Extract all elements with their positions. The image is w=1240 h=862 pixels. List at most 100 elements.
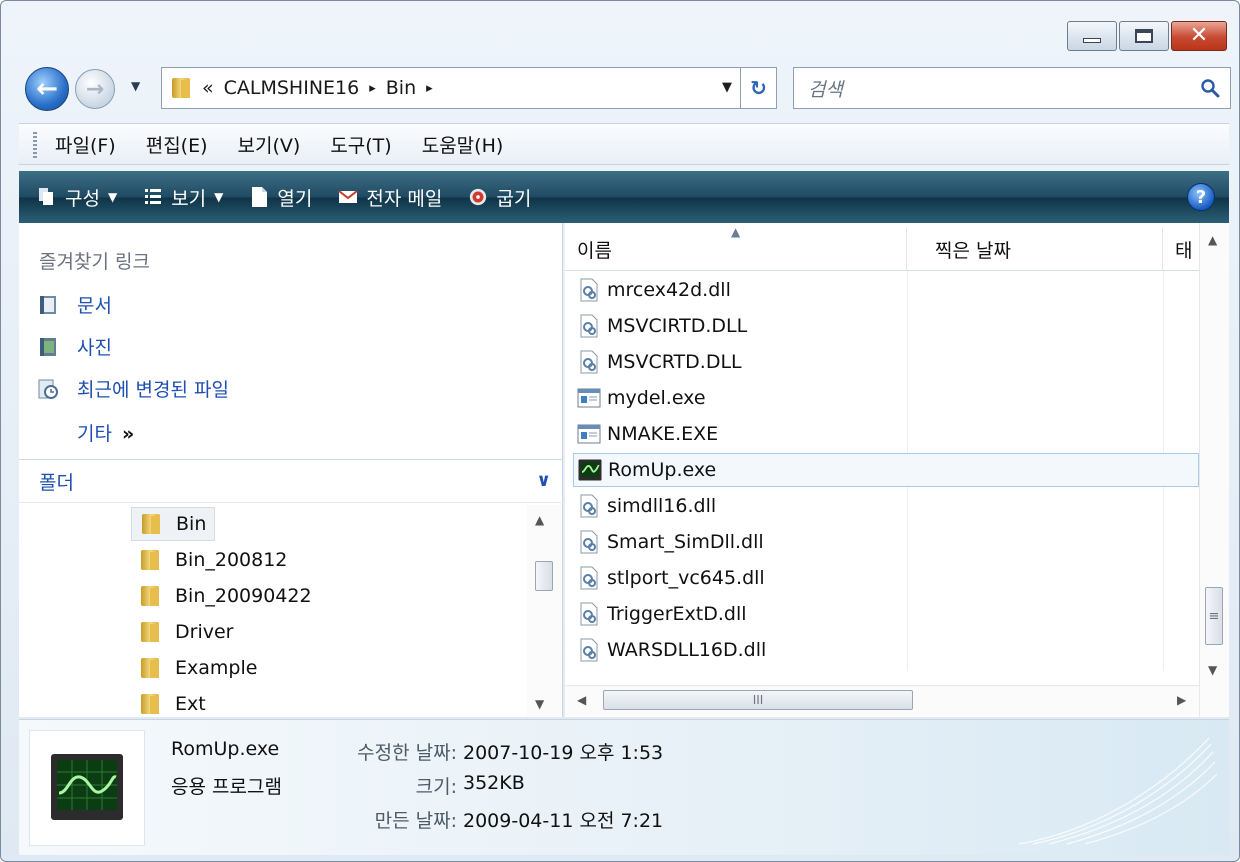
file-name: mydel.exe [607, 387, 706, 409]
file-row[interactable]: MSVCRTD.DLL [577, 345, 742, 379]
favorite-recently-changed-label: 최근에 변경된 파일 [77, 379, 229, 401]
file-list-horizontal-scrollbar[interactable]: ◀ III ▶ [565, 685, 1199, 715]
open-button[interactable]: 열기 [249, 184, 312, 211]
scrollbar-thumb[interactable]: III [603, 690, 913, 710]
scrollbar-thumb[interactable]: ≡ [1205, 587, 1223, 645]
file-row[interactable]: Smart_SimDll.dll [577, 525, 764, 559]
column-name[interactable]: 이름 [565, 227, 907, 271]
file-name: NMAKE.EXE [607, 423, 719, 445]
search-input[interactable]: 검색 [808, 75, 843, 102]
back-arrow-icon: ← [36, 74, 58, 104]
address-bar[interactable]: « CALMSHINE16 ▸ Bin ▸ ▼ [161, 67, 741, 109]
favorite-pictures[interactable]: 사진 [37, 333, 112, 360]
menu-bar: 파일(F) 편집(E) 보기(V) 도구(T) 도움말(H) [19, 123, 1229, 165]
file-list-vertical-scrollbar[interactable]: ▲ ≡ ▼ [1199, 223, 1229, 717]
tree-item-bin[interactable]: Bin [131, 507, 216, 541]
favorite-links-heading: 즐겨찾기 링크 [39, 251, 150, 273]
folder-tree-scrollbar[interactable]: ▲ ▼ [527, 505, 561, 717]
file-row[interactable]: TriggerExtD.dll [577, 597, 747, 631]
scroll-left-icon[interactable]: ◀ [577, 693, 586, 707]
menu-edit[interactable]: 편집(E) [146, 131, 208, 158]
scroll-down-icon[interactable]: ▼ [1208, 663, 1217, 677]
folder-icon [139, 584, 161, 608]
close-button[interactable]: ✕ [1171, 21, 1227, 51]
organize-button[interactable]: 구성 ▼ [37, 184, 117, 211]
search-icon[interactable] [1200, 78, 1220, 98]
menu-view[interactable]: 보기(V) [238, 131, 301, 158]
forward-button[interactable]: → [75, 69, 115, 109]
favorite-recently-changed[interactable]: 최근에 변경된 파일 [37, 375, 229, 402]
scroll-up-icon[interactable]: ▲ [535, 513, 544, 527]
created-value: 2009-04-11 오전 7:21 [463, 810, 664, 832]
folder-tree: Bin Bin_200812 Bin_20090422 Driver Examp… [19, 505, 525, 717]
email-button[interactable]: 전자 메일 [338, 184, 442, 211]
tree-item-ext[interactable]: Ext [131, 687, 214, 717]
column-date-taken[interactable]: 찍은 날짜 [907, 227, 1163, 271]
help-icon: ? [1195, 186, 1207, 208]
help-button[interactable]: ? [1187, 183, 1215, 211]
file-name: RomUp.exe [608, 459, 717, 481]
file-row[interactable]: mydel.exe [577, 381, 706, 415]
file-row[interactable]: MSVCIRTD.DLL [577, 309, 747, 343]
file-row[interactable]: WARSDLL16D.dll [577, 633, 766, 667]
file-row[interactable]: stlport_vc645.dll [577, 561, 765, 595]
column-tags[interactable]: 태 [1163, 227, 1199, 271]
burn-button[interactable]: 굽기 [468, 184, 531, 211]
folders-header[interactable]: 폴더 ∨ [19, 459, 563, 503]
folder-icon [139, 620, 161, 644]
address-dropdown-icon[interactable]: ▼ [722, 80, 732, 95]
more-label: 기타 [77, 423, 112, 445]
menu-file[interactable]: 파일(F) [55, 131, 116, 158]
breadcrumb-separator-icon[interactable]: ▸ [426, 81, 433, 96]
recent-pages-dropdown[interactable]: ▼ [131, 79, 140, 93]
scrollbar-thumb[interactable] [535, 561, 553, 591]
folder-icon [170, 76, 192, 100]
dll-file-icon [580, 530, 598, 554]
refresh-icon: ↻ [750, 76, 767, 100]
file-row[interactable]: NMAKE.EXE [577, 417, 718, 451]
menu-help[interactable]: 도움말(H) [422, 131, 504, 158]
breadcrumb-bin[interactable]: Bin [386, 77, 416, 99]
file-row[interactable]: mrcex42d.dll [577, 273, 731, 307]
breadcrumb-overflow[interactable]: « [202, 77, 214, 99]
modified-value: 2007-10-19 오후 1:53 [463, 742, 664, 764]
column-date-taken-label: 찍은 날짜 [935, 239, 1011, 262]
file-thumbnail [29, 730, 145, 846]
maximize-icon [1135, 29, 1153, 43]
favorite-documents[interactable]: 문서 [37, 291, 112, 318]
email-label: 전자 메일 [366, 187, 443, 210]
file-row[interactable]: simdll16.dll [577, 489, 716, 523]
minimize-button[interactable] [1067, 21, 1117, 51]
navigation-bar: ← → ▼ « CALMSHINE16 ▸ Bin ▸ ▼ ↻ 검색 [19, 63, 1231, 113]
more-links[interactable]: 기타 » [77, 419, 134, 446]
tree-item-driver[interactable]: Driver [131, 615, 241, 649]
recent-files-icon [38, 379, 58, 399]
search-box[interactable]: 검색 [793, 67, 1231, 109]
scroll-down-icon[interactable]: ▼ [535, 697, 544, 711]
organize-label: 구성 [65, 187, 100, 210]
details-pane: RomUp.exe 응용 프로그램 수정한 날짜: 2007-10-19 오후 … [19, 719, 1229, 855]
views-icon [145, 189, 162, 204]
close-icon: ✕ [1189, 23, 1209, 48]
modified-label: 수정한 날짜: [357, 742, 457, 764]
chevron-down-icon[interactable]: ∨ [536, 470, 551, 491]
tree-item-label: Bin_200812 [175, 549, 288, 571]
burn-disc-icon [470, 188, 487, 206]
tree-item-example[interactable]: Example [131, 651, 265, 685]
breadcrumb-calmshine16[interactable]: CALMSHINE16 [224, 77, 360, 99]
maximize-button[interactable] [1119, 21, 1169, 51]
tree-item-bin-200812[interactable]: Bin_200812 [131, 543, 295, 577]
file-row-selected[interactable]: RomUp.exe [573, 453, 1199, 487]
back-button[interactable]: ← [25, 67, 69, 111]
file-name: Smart_SimDll.dll [607, 531, 764, 553]
scroll-up-icon[interactable]: ▲ [1208, 233, 1217, 247]
breadcrumb-separator-icon[interactable]: ▸ [369, 81, 376, 96]
menu-tools[interactable]: 도구(T) [330, 131, 391, 158]
tree-item-bin-20090422[interactable]: Bin_20090422 [131, 579, 320, 613]
exe-file-icon [577, 388, 601, 408]
file-name: WARSDLL16D.dll [607, 639, 767, 661]
created-label: 만든 날짜: [374, 810, 457, 832]
views-button[interactable]: 보기 ▼ [143, 184, 223, 211]
scroll-right-icon[interactable]: ▶ [1177, 693, 1186, 707]
refresh-button[interactable]: ↻ [741, 67, 777, 109]
